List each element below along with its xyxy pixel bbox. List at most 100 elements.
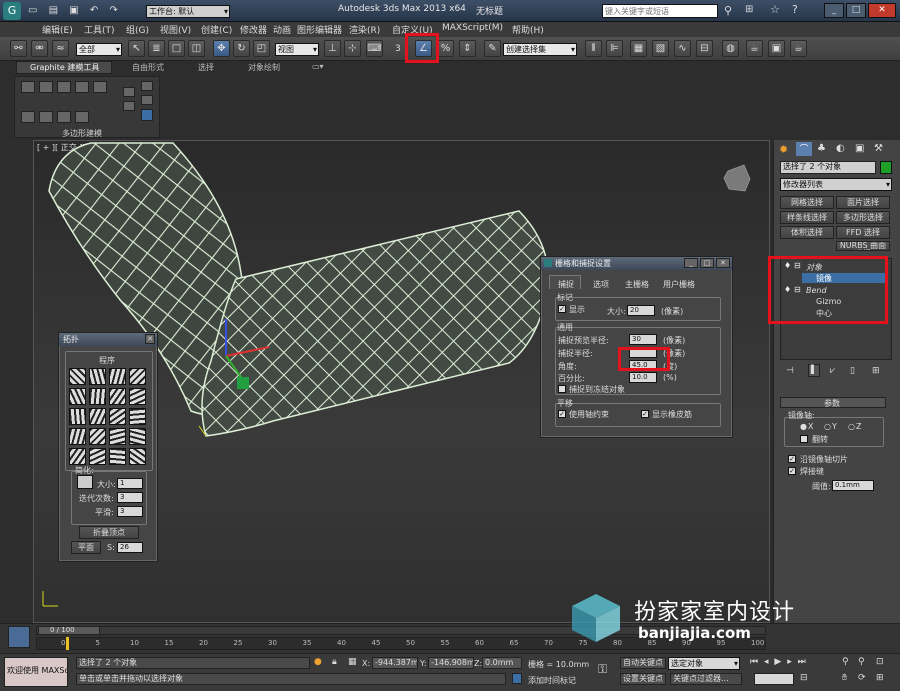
motion-tab-icon[interactable]: ◐ <box>836 143 845 154</box>
topology-pattern-tile-icon[interactable] <box>89 368 106 385</box>
tab-home-grid[interactable]: 主栅格 <box>625 279 649 290</box>
auto-key-button[interactable]: 自动关键点 <box>620 657 666 669</box>
z-coord-field[interactable]: 0.0mm <box>482 657 522 669</box>
zoom-icon[interactable]: ⚲ <box>842 657 849 667</box>
link-icon[interactable]: ⚯ <box>10 40 27 57</box>
show-end-result-icon[interactable]: ▌ <box>808 364 820 377</box>
utilities-tab-icon[interactable]: ⚒ <box>874 143 883 154</box>
spline-select-button[interactable]: 样条线选择 <box>780 211 834 224</box>
menu-customize[interactable]: 自定义(U) <box>392 23 433 36</box>
x-coord-field[interactable]: -944.387m <box>372 657 418 669</box>
bind-space-warp-icon[interactable]: ≈ <box>52 40 69 57</box>
iterations-spinner[interactable]: 3 <box>117 492 143 503</box>
current-frame-field[interactable] <box>754 673 794 685</box>
snap-radius-spinner[interactable] <box>629 347 657 358</box>
topology-pattern-tile-icon[interactable] <box>129 428 146 445</box>
select-rotate-icon[interactable]: ↻ <box>233 40 250 57</box>
save-icon[interactable]: ▣ <box>69 5 78 16</box>
curve-editor-icon[interactable]: ∿ <box>674 40 691 57</box>
snap-toggle-label[interactable]: 3 <box>395 44 401 54</box>
pin-stack-icon[interactable]: ⊣ <box>786 366 794 376</box>
menu-views[interactable]: 视图(V) <box>160 23 191 36</box>
topology-panel-title[interactable]: 拓扑 ✕ <box>59 333 157 346</box>
modify-tab-icon[interactable]: ⌒ <box>796 142 812 156</box>
isolate-selection-icon[interactable]: ● <box>314 657 322 667</box>
play-icon[interactable]: ▶ <box>774 657 781 667</box>
absolute-mode-icon[interactable]: ▦ <box>348 657 357 667</box>
make-unique-icon[interactable]: ⩗ <box>830 366 835 376</box>
edit-named-selection-icon[interactable]: ✎ <box>484 40 501 57</box>
tab-user-grids[interactable]: 用户栅格 <box>663 279 695 290</box>
grid-snap-dialog[interactable]: 栅格和捕捉设置 _ □ ✕ 捕捉 选项 主栅格 用户栅格 标记 ✓ 显示 大小:… <box>540 256 733 438</box>
ribbon-tool-icon[interactable] <box>75 81 89 93</box>
select-object-icon[interactable]: ↖ <box>128 40 145 57</box>
topology-pattern-tile-icon[interactable] <box>69 428 86 445</box>
pan-icon[interactable]: ✋︎ <box>842 673 847 683</box>
modifier-list-dropdown[interactable]: 修改器列表 <box>780 178 892 191</box>
help-search-input[interactable] <box>602 4 718 18</box>
menu-group[interactable]: 组(G) <box>126 23 149 36</box>
percent-snap-icon[interactable]: % <box>437 40 454 57</box>
vol-select-button[interactable]: 体积选择 <box>780 226 834 239</box>
stack-light-icon[interactable]: ♦ <box>784 261 791 270</box>
workspace-dropdown[interactable]: 工作台: 默认 <box>146 5 230 18</box>
select-move-icon[interactable]: ✥ <box>213 40 230 57</box>
keyboard-shortcut-override-icon[interactable]: ⌨ <box>366 40 383 57</box>
rectangular-selection-icon[interactable]: □ <box>168 40 185 57</box>
window-crossing-icon[interactable]: ◫ <box>188 40 205 57</box>
menu-animation[interactable]: 动画 <box>273 23 291 36</box>
stack-light-icon[interactable]: ♦ <box>784 285 791 294</box>
remove-modifier-icon[interactable]: ▯ <box>850 366 855 376</box>
pivot-center-icon[interactable]: ⊥ <box>324 40 341 57</box>
reference-coordinate-dropdown[interactable]: 视图 <box>275 43 319 56</box>
topology-pattern-tile-icon[interactable] <box>129 448 146 465</box>
collapse-vertices-button[interactable]: 折叠顶点 <box>79 526 139 539</box>
selected-dropdown[interactable]: 选定对象 <box>668 657 740 670</box>
menu-edit[interactable]: 编辑(E) <box>42 23 73 36</box>
tab-options[interactable]: 选项 <box>593 279 609 290</box>
topology-pattern-tile-icon[interactable] <box>69 448 86 465</box>
menu-create[interactable]: 创建(C) <box>201 23 232 36</box>
ribbon-tool-icon[interactable] <box>141 81 153 91</box>
zoom-extents-icon[interactable]: ⊡ <box>876 657 884 667</box>
favorites-star-icon[interactable]: ☆ <box>770 3 780 16</box>
ribbon-tab-selection[interactable]: 选择 <box>198 62 214 73</box>
percent-spinner[interactable]: 10.0 <box>629 372 657 383</box>
topology-pattern-tile-icon[interactable] <box>129 388 146 405</box>
set-key-button[interactable]: 设置关键点 <box>620 673 666 685</box>
layer-manager-icon[interactable]: ▦ <box>630 40 647 57</box>
undo-icon[interactable]: ↶ <box>90 5 98 16</box>
display-rubber-band-checkbox[interactable]: ✓ <box>641 410 649 418</box>
next-frame-icon[interactable]: ▸ <box>787 657 792 667</box>
axis-z-radio[interactable]: ○ <box>848 422 855 431</box>
topology-pattern-tile-icon[interactable] <box>109 388 126 405</box>
ribbon-tool-icon[interactable] <box>75 111 89 123</box>
ribbon-tab-object-paint[interactable]: 对象绘制 <box>248 62 280 73</box>
align-icon[interactable]: ⊫ <box>606 40 623 57</box>
stack-item-gizmo[interactable]: Gizmo <box>816 297 841 306</box>
stack-item-center[interactable]: 中心 <box>816 308 832 319</box>
ribbon-tool-icon[interactable] <box>123 101 135 111</box>
slice-along-mirror-checkbox[interactable]: ✓ <box>788 455 796 463</box>
help-icon[interactable]: ? <box>792 3 798 16</box>
go-to-end-icon[interactable]: ⏭ <box>798 657 806 667</box>
ribbon-tool-icon[interactable] <box>21 111 35 123</box>
threshold-spinner[interactable]: 0.1mm <box>832 480 874 491</box>
use-axis-constraints-checkbox[interactable]: ✓ <box>558 410 566 418</box>
preview-radius-spinner[interactable]: 30 <box>629 334 657 345</box>
stack-expand-icon[interactable]: ⊟ <box>794 285 801 294</box>
stack-expand-icon[interactable]: ⊟ <box>794 261 801 270</box>
nurbs-select-button[interactable]: NURBS 曲面选择 <box>836 241 890 251</box>
ribbon-tool-icon[interactable] <box>39 81 53 93</box>
stack-item-object[interactable]: 对象 <box>806 262 822 273</box>
topology-pattern-tile-icon[interactable] <box>109 428 126 445</box>
dialog-minimize-button[interactable]: _ <box>684 258 698 268</box>
ribbon-tool-icon[interactable] <box>141 109 153 121</box>
graphite-toggle-icon[interactable]: ▧ <box>652 40 669 57</box>
render-production-icon[interactable]: ☕ <box>790 40 807 57</box>
menu-maxscript[interactable]: MAXScript(M) <box>442 23 503 33</box>
open-file-icon[interactable]: ▤ <box>49 5 58 16</box>
material-editor-icon[interactable]: ◍ <box>722 40 739 57</box>
minimize-button[interactable]: _ <box>824 3 844 18</box>
maximize-viewport-icon[interactable]: ⊞ <box>876 673 884 683</box>
